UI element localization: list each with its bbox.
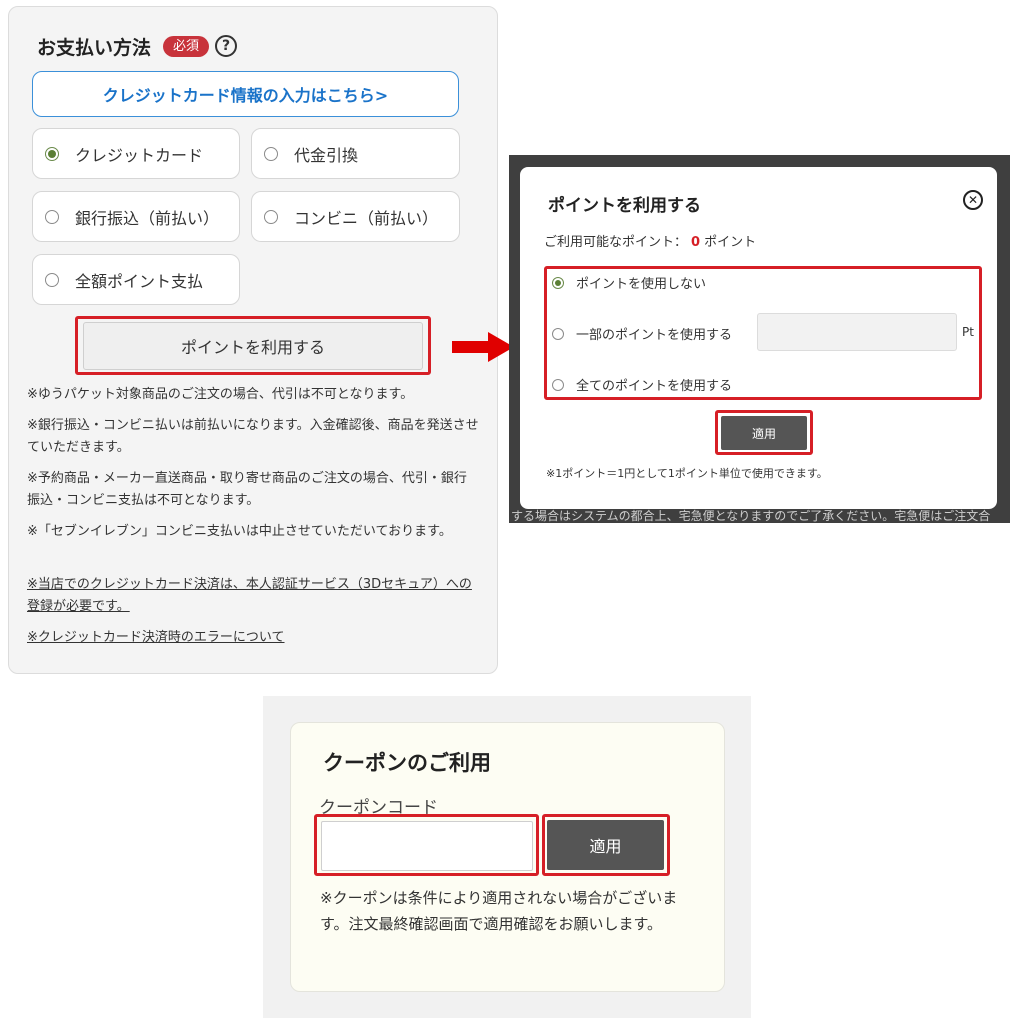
points-apply-button[interactable]: 適用 [721,416,807,450]
required-badge: 必須 [163,35,210,57]
arrow-right-icon [452,332,514,362]
payment-option-label: 代金引換 [294,145,359,165]
points-option-all[interactable]: 全てのポイントを使用する [552,375,732,394]
modal-title: ポイントを利用する [548,196,701,216]
payment-option-full-points[interactable]: 全額ポイント支払 [32,254,240,305]
available-points-label: ご利用可能なポイント： [544,235,688,250]
available-points: ご利用可能なポイント： 0 ポイント [544,231,756,250]
payment-note: ※銀行振込・コンビニ払いは前払いになります。入金確認後、商品を発送させていただき… [27,418,479,455]
coupon-apply-button[interactable]: 適用 [547,820,664,870]
payment-option-cod[interactable]: 代金引換 [251,128,460,179]
payment-note: ※「セブンイレブン」コンビニ支払いは中止させていただいております。 [27,524,452,539]
available-points-unit: ポイント [704,235,757,250]
points-option-label: 全てのポイントを使用する [576,379,733,394]
coupon-card: クーポンのご利用 クーポンコード 適用 ※クーポンは条件により適用されない場合が… [290,722,725,992]
close-icon[interactable]: ✕ [963,190,983,210]
points-amount-input[interactable] [757,313,957,351]
payment-title-row: お支払い方法 必須 ? [37,31,238,61]
use-points-button[interactable]: ポイントを利用する [83,322,423,370]
payment-option-credit-card[interactable]: クレジットカード [32,128,240,179]
payment-option-label: クレジットカード [75,145,204,165]
payment-method-panel: お支払い方法 必須 ? クレジットカード情報の入力はこちら> クレジットカード … [8,6,498,674]
points-option-label: ポイントを使用しない [576,277,707,292]
payment-option-label: 銀行振込（前払い） [75,208,220,228]
payment-title: お支払い方法 [37,36,152,59]
coupon-title: クーポンのご利用 [323,751,491,775]
points-option-none[interactable]: ポイントを使用しない [552,273,706,292]
radio-selected-icon[interactable] [552,276,564,289]
background-text: する場合はシステムの都合上、宅急便となりますのでご了承ください。宅急便はご注文合 [511,509,991,523]
radio-icon[interactable] [552,378,564,391]
radio-icon[interactable] [264,146,278,161]
points-footnote: ※1ポイント＝1円として1ポイント単位で使用できます。 [546,467,828,480]
radio-selected-icon[interactable] [45,146,59,161]
credit-card-error-link[interactable]: ※クレジットカード決済時のエラーについて [27,627,487,649]
coupon-code-input[interactable] [321,821,533,871]
available-points-value: 0 [691,235,701,250]
credit-card-info-link[interactable]: クレジットカード情報の入力はこちら> [32,71,459,117]
3d-secure-link[interactable]: ※当店でのクレジットカード決済は、本人認証サービス（3Dセキュア）への登録が必要… [27,574,472,618]
payment-option-label: 全額ポイント支払 [75,271,204,291]
payment-option-bank-transfer[interactable]: 銀行振込（前払い） [32,191,240,242]
help-icon[interactable]: ? [215,35,238,57]
payment-note: ※ゆうパケット対象商品のご注文の場合、代引は不可となります。 [27,387,414,402]
coupon-note: ※クーポンは条件により適用されない場合がございます。注文最終確認画面で適用確認を… [320,889,678,933]
points-option-label: 一部のポイントを使用する [576,328,733,343]
points-option-partial[interactable]: 一部のポイントを使用する [552,324,732,343]
payment-option-label: コンビニ（前払い） [294,208,439,228]
radio-icon[interactable] [264,209,278,224]
radio-icon[interactable] [45,209,59,224]
payment-option-convenience-store[interactable]: コンビニ（前払い） [251,191,460,242]
points-unit-label: Pt [962,325,974,339]
points-modal: ポイントを利用する ✕ ご利用可能なポイント： 0 ポイント ポイントを使用しない … [520,167,997,509]
radio-icon[interactable] [552,327,564,340]
payment-note: ※予約商品・メーカー直送商品・取り寄せ商品のご注文の場合、代引・銀行振込・コンビ… [27,471,467,508]
radio-icon[interactable] [45,272,59,287]
